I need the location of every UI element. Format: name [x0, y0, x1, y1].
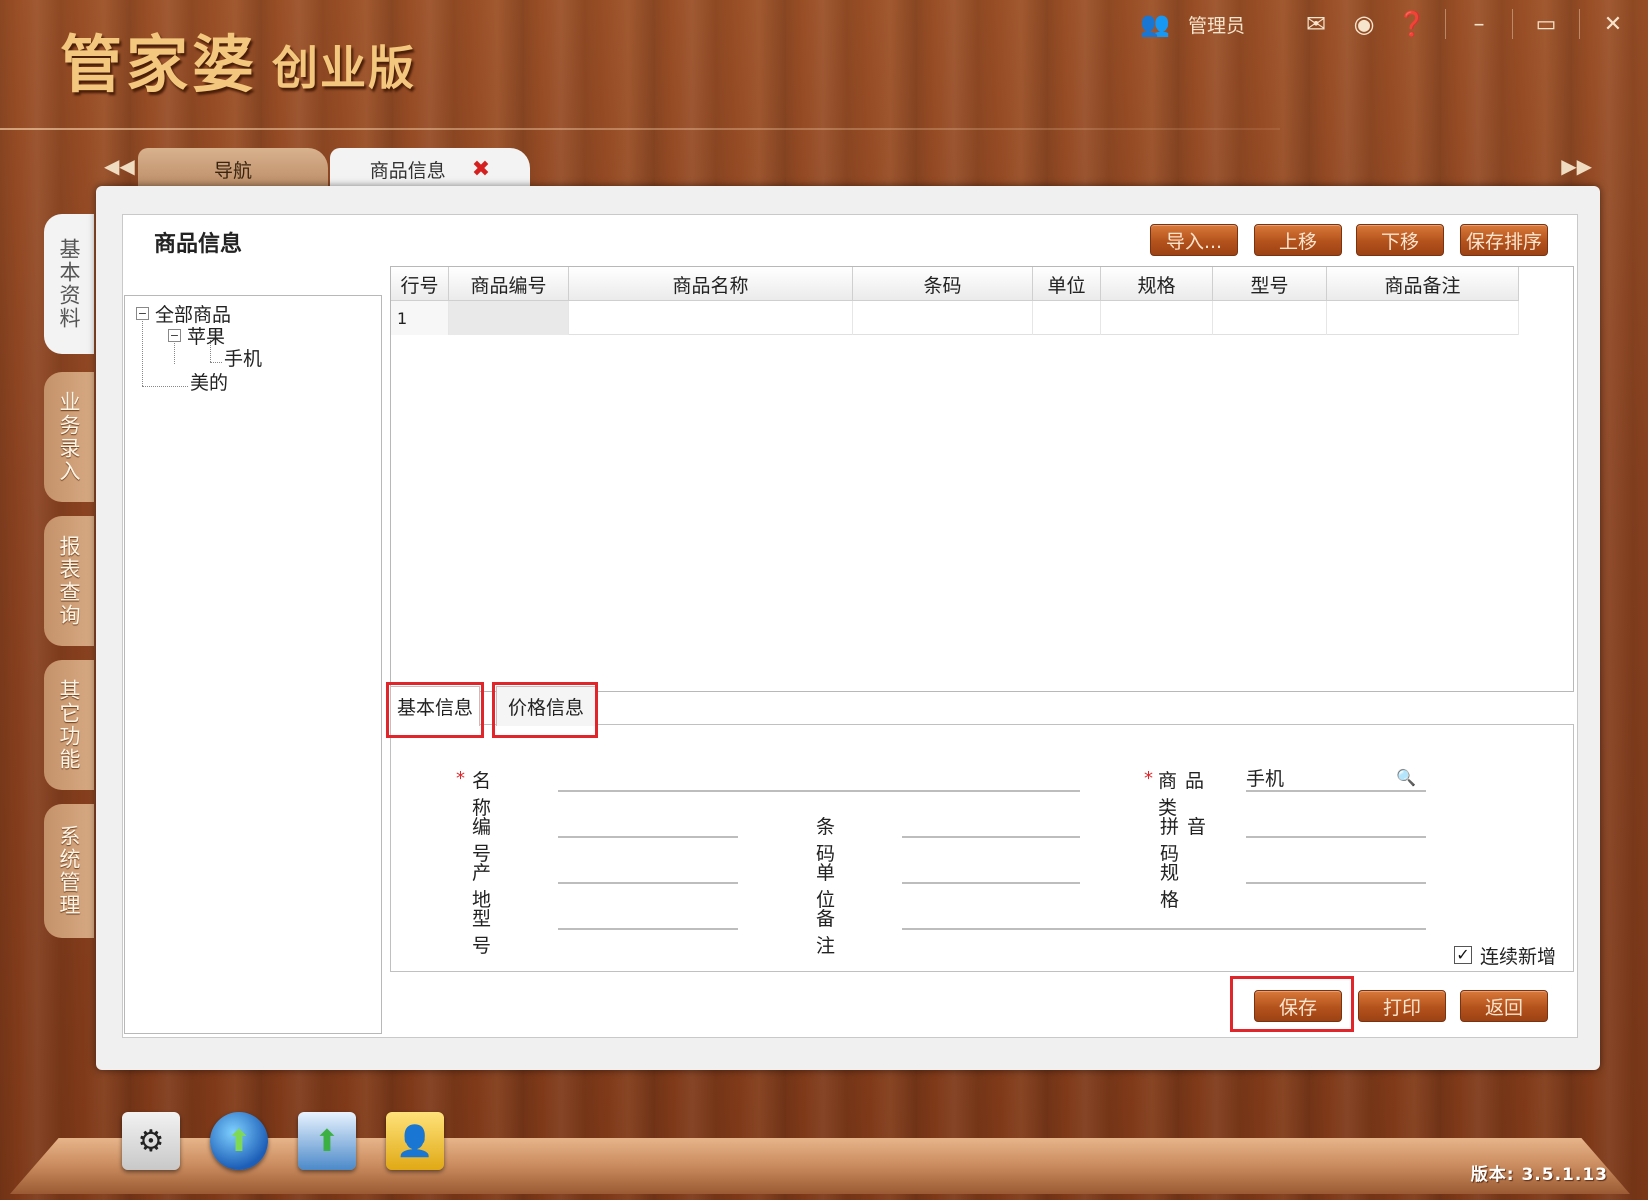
user-support-icon[interactable]: 👤 — [386, 1112, 444, 1170]
column-header[interactable]: 商品备注 — [1327, 267, 1519, 301]
tab-scroll-left-icon[interactable]: ◀◀ — [104, 154, 135, 178]
cell-code[interactable] — [449, 301, 569, 335]
tree-node-apple[interactable]: − 苹果 — [168, 322, 225, 349]
import-button[interactable]: 导入... — [1150, 224, 1238, 256]
cell-unit[interactable] — [1033, 301, 1101, 335]
cell-model[interactable] — [1213, 301, 1327, 335]
side-tab-report-query[interactable]: 报表查询 — [44, 516, 94, 646]
mail-icon[interactable]: ✉ — [1301, 10, 1331, 38]
tab-product-info[interactable]: 商品信息 ✖ — [330, 148, 530, 190]
upload-icon[interactable]: ⬆ — [298, 1112, 356, 1170]
category-value[interactable]: 手机 — [1246, 764, 1284, 791]
cell-spec[interactable] — [1101, 301, 1213, 335]
current-user[interactable]: 管理员 — [1188, 11, 1245, 38]
barcode-input[interactable] — [902, 836, 1080, 838]
continue-add-label[interactable]: 连续新增 — [1480, 942, 1556, 969]
app-logo-main: 管家婆 — [60, 28, 259, 101]
tree-header — [124, 264, 382, 296]
required-marker: * — [456, 768, 465, 789]
side-tab-business-entry[interactable]: 业务录入 — [44, 372, 94, 502]
code-input[interactable] — [558, 836, 738, 838]
print-button[interactable]: 打印 — [1358, 990, 1446, 1022]
divider — [1512, 9, 1513, 39]
product-form-panel — [390, 724, 1574, 972]
version-label: 版本: 3.5.1.13 — [1470, 1165, 1608, 1185]
divider — [1445, 9, 1446, 39]
continue-add-checkbox[interactable]: ✓ — [1454, 946, 1472, 964]
column-header[interactable]: 行号 — [391, 267, 449, 301]
help-icon[interactable]: ❓ — [1397, 10, 1427, 38]
row-number: 1 — [391, 301, 449, 335]
cell-name[interactable] — [569, 301, 853, 335]
tab-label: 商品信息 — [369, 159, 446, 182]
highlight-box — [492, 682, 598, 738]
tree-node-label: 美的 — [190, 372, 229, 394]
cell-remark[interactable] — [1327, 301, 1519, 335]
minimize-icon[interactable]: – — [1464, 12, 1494, 37]
tree-node-phone[interactable]: 手机 — [224, 344, 262, 371]
column-header[interactable]: 条码 — [853, 267, 1033, 301]
column-header[interactable]: 商品编号 — [449, 267, 569, 301]
pinyin-input[interactable] — [1246, 836, 1426, 838]
close-tab-icon[interactable]: ✖ — [472, 157, 490, 182]
top-bar: 👥 管理员 ✉ ◉ ❓ – ▭ ✕ — [1140, 4, 1628, 44]
weibo-icon[interactable]: ◉ — [1349, 10, 1379, 38]
highlight-box — [1230, 976, 1354, 1032]
tree-guide — [142, 318, 143, 386]
side-tab-other-functions[interactable]: 其它功能 — [44, 660, 94, 790]
category-tree-panel — [124, 264, 382, 1034]
close-window-icon[interactable]: ✕ — [1598, 12, 1628, 37]
origin-input[interactable] — [558, 882, 738, 884]
label-model: 型号 — [472, 904, 550, 958]
tree-node-midea[interactable]: 美的 — [190, 368, 228, 395]
label-remark: 备注 — [816, 904, 896, 958]
app-logo-edition: 创业版 — [272, 41, 416, 95]
settings-icon[interactable]: ⚙ — [122, 1112, 180, 1170]
maximize-icon[interactable]: ▭ — [1531, 12, 1561, 37]
tree-node-label: 苹果 — [187, 326, 226, 348]
remark-input[interactable] — [902, 928, 1426, 930]
name-input[interactable] — [558, 790, 1080, 792]
tree-node-label: 手机 — [224, 348, 263, 370]
model-input[interactable] — [558, 928, 738, 930]
required-marker: * — [1144, 768, 1153, 789]
column-header[interactable]: 单位 — [1033, 267, 1101, 301]
category-input[interactable] — [1246, 790, 1426, 792]
column-header[interactable]: 商品名称 — [569, 267, 853, 301]
table-row[interactable]: 1 — [391, 301, 1519, 335]
search-icon[interactable]: 🔍 — [1396, 768, 1416, 788]
back-button[interactable]: 返回 — [1460, 990, 1548, 1022]
label-spec: 规格 — [1160, 858, 1240, 912]
tab-navigation[interactable]: 导航 — [138, 148, 328, 190]
column-header[interactable]: 型号 — [1213, 267, 1327, 301]
label-text: 备注 — [816, 908, 868, 957]
grid-header: 行号 商品编号 商品名称 条码 单位 规格 型号 商品备注 — [391, 267, 1519, 301]
collapse-icon[interactable]: − — [136, 307, 149, 320]
page-title: 商品信息 — [154, 232, 243, 257]
globe-icon[interactable]: ⬆ — [210, 1112, 268, 1170]
side-tab-system-management[interactable]: 系统管理 — [44, 804, 94, 938]
tree-guide — [210, 362, 222, 363]
divider — [1579, 9, 1580, 39]
spec-input[interactable] — [1246, 882, 1426, 884]
user-icon[interactable]: 👥 — [1140, 10, 1170, 38]
highlight-box — [386, 682, 484, 738]
tab-scroll-right-icon[interactable]: ▶▶ — [1561, 154, 1592, 178]
cell-barcode[interactable] — [853, 301, 1033, 335]
move-down-button[interactable]: 下移 — [1356, 224, 1444, 256]
label-text: 规格 — [1160, 862, 1214, 911]
tab-label: 导航 — [213, 159, 252, 182]
move-up-button[interactable]: 上移 — [1254, 224, 1342, 256]
unit-input[interactable] — [902, 882, 1080, 884]
save-order-button[interactable]: 保存排序 — [1460, 224, 1548, 256]
header-divider — [0, 128, 1280, 130]
collapse-icon[interactable]: − — [168, 329, 181, 342]
side-tab-basic-data[interactable]: 基本资料 — [44, 214, 94, 354]
tree-guide — [142, 386, 188, 387]
label-text: 型号 — [472, 908, 524, 957]
column-header[interactable]: 规格 — [1101, 267, 1213, 301]
